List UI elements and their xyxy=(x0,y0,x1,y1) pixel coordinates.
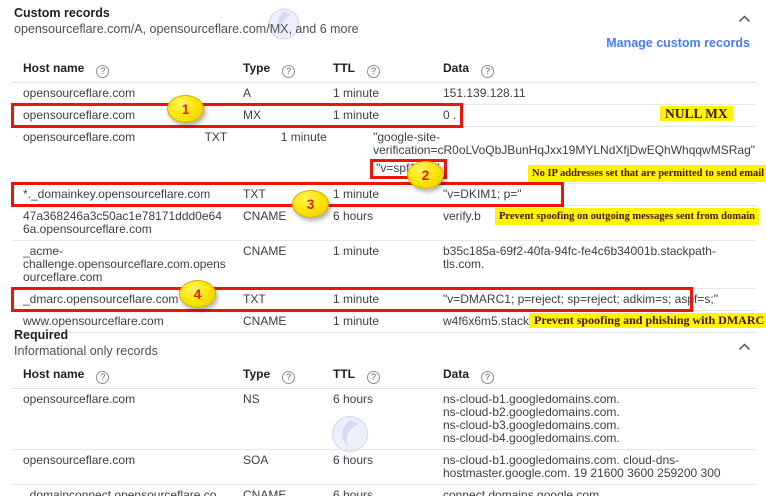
record-row-acme-cname: _acme-challenge.opensourceflare.com.open… xyxy=(12,241,756,289)
column-header-type: Type? xyxy=(232,364,322,388)
ttl-cell: 1 minute xyxy=(322,289,432,310)
ttl-cell: 1 minute xyxy=(270,127,362,183)
collapse-section-button[interactable] xyxy=(738,338,751,356)
column-label: Host name xyxy=(23,61,84,75)
host-cell: opensourceflare.com xyxy=(12,450,232,484)
help-icon[interactable]: ? xyxy=(282,65,295,78)
host-cell: 47a368246a3c50ac1e78171ddd0e646a.opensou… xyxy=(12,206,232,240)
help-icon[interactable]: ? xyxy=(481,65,494,78)
column-label: Data xyxy=(443,367,469,381)
annotation-badge-1: 1 xyxy=(167,95,204,123)
dns-records-page: Custom records opensourceflare.com/A, op… xyxy=(0,0,766,496)
data-cell: ns-cloud-b1.googledomains.com. ns-cloud-… xyxy=(432,389,756,449)
annotation-note-null-mx: NULL MX xyxy=(660,106,733,121)
column-label: Type xyxy=(243,367,270,381)
section-subtitle: Informational only records xyxy=(14,344,158,358)
collapse-section-button[interactable] xyxy=(738,10,751,28)
type-cell: CNAME xyxy=(232,485,322,496)
column-header-type: Type? xyxy=(232,58,322,82)
column-header-hostname: Host name? xyxy=(12,364,232,388)
column-header-hostname: Host name? xyxy=(12,58,232,82)
required-records-table: Host name? Type? TTL? Data? opensourcefl… xyxy=(12,364,756,496)
custom-records-table: Host name? Type? TTL? Data? opensourcefl… xyxy=(12,58,756,333)
column-header-ttl: TTL? xyxy=(322,58,432,82)
column-label: TTL xyxy=(333,61,355,75)
column-label: Type xyxy=(243,61,270,75)
column-label: Data xyxy=(443,61,469,75)
table-header-row: Host name? Type? TTL? Data? xyxy=(12,364,756,389)
type-cell: TXT xyxy=(194,127,270,183)
annotation-note-dmarc: Prevent spoofing and phishing with DMARC xyxy=(529,313,766,328)
help-icon[interactable]: ? xyxy=(481,371,494,384)
record-row-txt-spf: opensourceflare.com TXT 1 minute "google… xyxy=(12,127,756,184)
data-cell: 151.139.128.11 xyxy=(432,83,756,104)
record-row-a: opensourceflare.com A 1 minute 151.139.1… xyxy=(12,83,756,105)
ttl-cell: 1 minute xyxy=(322,105,432,126)
ttl-cell: 1 minute xyxy=(322,241,432,288)
help-icon[interactable]: ? xyxy=(282,371,295,384)
ttl-cell: 1 minute xyxy=(322,311,432,332)
type-cell: NS xyxy=(232,389,322,449)
ttl-cell: 1 minute xyxy=(322,83,432,104)
column-header-ttl: TTL? xyxy=(322,364,432,388)
help-icon[interactable]: ? xyxy=(96,65,109,78)
help-icon[interactable]: ? xyxy=(367,371,380,384)
record-row-verify-cname: 47a368246a3c50ac1e78171ddd0e646a.opensou… xyxy=(12,206,756,241)
required-records-header: Required Informational only records xyxy=(14,328,158,358)
data-cell: connect.domains.google.com. xyxy=(432,485,756,496)
custom-records-header: Custom records opensourceflare.com/A, op… xyxy=(14,6,359,36)
section-title: Custom records xyxy=(14,6,359,20)
ttl-cell: 6 hours xyxy=(322,485,432,496)
annotation-note-spf: No IP addresses set that are permitted t… xyxy=(528,165,766,182)
annotation-note-dkim: Prevent spoofing on outgoing messages se… xyxy=(495,208,759,225)
type-cell: CNAME xyxy=(232,311,322,332)
manage-custom-records-link[interactable]: Manage custom records xyxy=(606,36,750,50)
annotation-badge-4: 4 xyxy=(179,280,216,308)
ttl-cell: 6 hours xyxy=(322,450,432,484)
ns-value: ns-cloud-b4.googledomains.com. xyxy=(443,432,755,445)
ttl-cell: 6 hours xyxy=(322,206,432,240)
ttl-cell: 6 hours xyxy=(322,389,432,449)
type-cell: SOA xyxy=(232,450,322,484)
column-label: Host name xyxy=(23,367,84,381)
host-cell: opensourceflare.com xyxy=(12,389,232,449)
host-cell: _domainconnect.opensourceflare.com xyxy=(12,485,232,496)
record-row-domainconnect: _domainconnect.opensourceflare.com CNAME… xyxy=(12,485,756,496)
chevron-up-icon xyxy=(738,15,751,23)
section-subtitle: opensourceflare.com/A, opensourceflare.c… xyxy=(14,22,359,36)
help-icon[interactable]: ? xyxy=(96,371,109,384)
data-cell: b35c185a-69f2-40fa-94fc-fe4c6b34001b.sta… xyxy=(432,241,756,288)
column-header-data: Data? xyxy=(432,58,756,82)
column-header-data: Data? xyxy=(432,364,756,388)
chevron-up-icon xyxy=(738,343,751,351)
data-cell: ns-cloud-b1.googledomains.com. cloud-dns… xyxy=(432,450,756,484)
column-label: TTL xyxy=(333,367,355,381)
type-cell: CNAME xyxy=(232,241,322,288)
record-row-mx: opensourceflare.com MX 1 minute 0 . 1 NU… xyxy=(12,105,756,127)
data-cell: "v=DMARC1; p=reject; sp=reject; adkim=s;… xyxy=(432,289,756,310)
annotation-badge-2: 2 xyxy=(407,161,444,189)
host-cell: opensourceflare.com xyxy=(12,127,194,183)
data-cell: "v=DKIM1; p=" xyxy=(432,184,756,205)
section-title: Required xyxy=(14,328,158,342)
record-row-soa: opensourceflare.com SOA 6 hours ns-cloud… xyxy=(12,450,756,485)
annotation-badge-3: 3 xyxy=(292,190,329,218)
record-row-ns: opensourceflare.com NS 6 hours ns-cloud-… xyxy=(12,389,756,450)
type-cell: A xyxy=(232,83,322,104)
help-icon[interactable]: ? xyxy=(367,65,380,78)
host-cell: *._domainkey.opensourceflare.com xyxy=(12,184,232,205)
record-row-dkim: *._domainkey.opensourceflare.com TXT 1 m… xyxy=(12,184,756,206)
type-cell: TXT xyxy=(232,289,322,310)
txt-value: "google-site-verification=cR0oLVoQbJBunH… xyxy=(373,131,755,157)
table-header-row: Host name? Type? TTL? Data? xyxy=(12,58,756,83)
type-cell: MX xyxy=(232,105,322,126)
record-row-dmarc: _dmarc.opensourceflare.com TXT 1 minute … xyxy=(12,289,756,311)
